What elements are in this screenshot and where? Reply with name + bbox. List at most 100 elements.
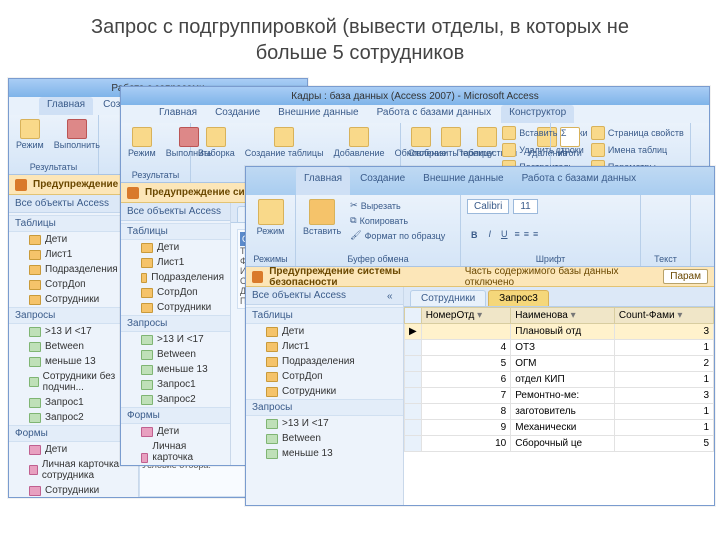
table-row[interactable]: ▶Плановый отд3: [405, 324, 714, 340]
cell-count[interactable]: 2: [614, 356, 713, 372]
tab-design[interactable]: Конструктор: [501, 105, 574, 123]
cell-id[interactable]: [421, 324, 511, 340]
front-nav-header[interactable]: Все объекты Access: [246, 287, 403, 305]
nav-item-list1[interactable]: Лист1: [246, 339, 403, 354]
back1-nav-header[interactable]: Все объекты Access: [9, 195, 138, 213]
nav-item[interactable]: Сотрудники: [9, 483, 138, 497]
nav-item-deti[interactable]: Дети: [246, 324, 403, 339]
cell-name[interactable]: Плановый отд: [511, 324, 615, 340]
cell-name[interactable]: Механически: [511, 420, 615, 436]
front-doctab-zapros3[interactable]: Запрос3: [488, 290, 549, 306]
nav-item[interactable]: СотрДоп: [9, 277, 138, 292]
nav-item[interactable]: Запрос1: [121, 377, 230, 392]
col-nomerotd[interactable]: НомерОтд ▾: [421, 308, 511, 324]
chevron-left-icon[interactable]: [387, 291, 397, 301]
row-header[interactable]: [405, 372, 422, 388]
table-row[interactable]: 7Ремонтно-ме:3: [405, 388, 714, 404]
align-left-button[interactable]: ≡: [515, 229, 520, 241]
tab-create[interactable]: Создание: [207, 105, 268, 123]
align-right-button[interactable]: ≡: [533, 229, 538, 241]
row-header-corner[interactable]: [405, 308, 422, 324]
back2-group-tables[interactable]: Таблицы: [121, 223, 230, 240]
select-button[interactable]: Выборка: [195, 125, 238, 160]
nav-item[interactable]: Дети: [9, 232, 138, 247]
copy-button[interactable]: ⧉Копировать: [344, 214, 451, 227]
cell-name[interactable]: отдел КИП: [511, 372, 615, 388]
nav-item[interactable]: Дети: [9, 442, 138, 457]
row-header[interactable]: [405, 388, 422, 404]
cell-count[interactable]: 1: [614, 340, 713, 356]
front-security-options-button[interactable]: Парам: [663, 269, 708, 284]
cell-name[interactable]: Сборочный це: [511, 436, 615, 452]
nav-item[interactable]: Запрос2: [9, 410, 138, 425]
cell-id[interactable]: 7: [421, 388, 511, 404]
result-grid[interactable]: НомерОтд ▾ Наименова ▾ Count-Фами ▾ ▶Пла…: [404, 307, 714, 505]
nav-item-query-less13[interactable]: меньше 13: [246, 446, 403, 461]
nav-item[interactable]: Дети: [121, 240, 230, 255]
back1-tab-home[interactable]: Главная: [39, 97, 93, 115]
nav-item[interactable]: Сотрудники без подчин...: [9, 369, 138, 395]
cell-name[interactable]: Ремонтно-ме:: [511, 388, 615, 404]
col-naimenov[interactable]: Наименова ▾: [511, 308, 615, 324]
cell-count[interactable]: 1: [614, 372, 713, 388]
cell-id[interactable]: 10: [421, 436, 511, 452]
nav-item[interactable]: Запрос1: [9, 395, 138, 410]
font-name-combo[interactable]: Calibri: [467, 199, 509, 214]
nav-item[interactable]: >13 И <17: [9, 324, 138, 339]
table-row[interactable]: 9Механически1: [405, 420, 714, 436]
nav-item-query-between[interactable]: Between: [246, 431, 403, 446]
nav-item[interactable]: >13 И <17: [121, 332, 230, 347]
table-row[interactable]: 6отдел КИП1: [405, 372, 714, 388]
bold-button[interactable]: B: [467, 229, 482, 241]
back1-group-queries[interactable]: Запросы: [9, 307, 138, 324]
nav-item[interactable]: меньше 13: [121, 362, 230, 377]
back1-group-tables[interactable]: Таблицы: [9, 215, 138, 232]
nav-item[interactable]: Лист1: [9, 247, 138, 262]
row-header[interactable]: [405, 356, 422, 372]
cell-id[interactable]: 8: [421, 404, 511, 420]
nav-item[interactable]: Between: [121, 347, 230, 362]
back2-group-forms[interactable]: Формы: [121, 407, 230, 424]
mode-button[interactable]: Режим: [125, 125, 159, 160]
cell-count[interactable]: 3: [614, 324, 713, 340]
italic-button[interactable]: I: [486, 229, 495, 241]
cut-button[interactable]: ✂Вырезать: [344, 199, 451, 212]
cell-count[interactable]: 1: [614, 404, 713, 420]
cell-id[interactable]: 9: [421, 420, 511, 436]
nav-item[interactable]: Личная карточка сотрудника: [121, 439, 230, 465]
nav-item[interactable]: Лист1: [121, 255, 230, 270]
cell-name[interactable]: ОГМ: [511, 356, 615, 372]
nav-item[interactable]: Личная карточка сотрудника: [9, 457, 138, 483]
nav-item[interactable]: СотрДоп: [121, 285, 230, 300]
maketable-button[interactable]: Создание таблицы: [242, 125, 327, 160]
front-queries-group[interactable]: Запросы: [246, 399, 403, 416]
back2-nav-header[interactable]: Все объекты Access: [121, 203, 230, 221]
front-tab-external[interactable]: Внешние данные: [415, 167, 511, 195]
col-countfami[interactable]: Count-Фами ▾: [614, 308, 713, 324]
cell-id[interactable]: 5: [421, 356, 511, 372]
front-tab-create[interactable]: Создание: [352, 167, 413, 195]
back2-group-queries[interactable]: Запросы: [121, 315, 230, 332]
nav-item[interactable]: Подразделения: [121, 270, 230, 285]
front-tables-group[interactable]: Таблицы: [246, 307, 403, 324]
row-header[interactable]: [405, 436, 422, 452]
table-row[interactable]: 5ОГМ2: [405, 356, 714, 372]
paste-button[interactable]: Вставить: [300, 197, 344, 242]
front-tab-dbtools[interactable]: Работа с базами данных: [514, 167, 645, 195]
front-tab-home[interactable]: Главная: [296, 167, 350, 195]
propsheet-button[interactable]: Страница свойств: [585, 125, 690, 141]
nav-item[interactable]: Between: [9, 339, 138, 354]
underline-button[interactable]: U: [498, 229, 511, 241]
nav-item[interactable]: Дети: [121, 424, 230, 439]
tab-dbtools[interactable]: Работа с базами данных: [369, 105, 500, 123]
align-center-button[interactable]: ≡: [524, 229, 529, 241]
nav-item-sotrdop[interactable]: СотрДоп: [246, 369, 403, 384]
tablenames-button[interactable]: Имена таблиц: [585, 142, 690, 158]
cell-name[interactable]: заготовитель: [511, 404, 615, 420]
append-button[interactable]: Добавление: [331, 125, 388, 160]
cell-name[interactable]: ОТЗ: [511, 340, 615, 356]
cell-count[interactable]: 1: [614, 420, 713, 436]
dropdown-icon[interactable]: ▾: [571, 310, 576, 321]
table-row[interactable]: 8заготовитель1: [405, 404, 714, 420]
font-size-combo[interactable]: 11: [513, 199, 537, 214]
